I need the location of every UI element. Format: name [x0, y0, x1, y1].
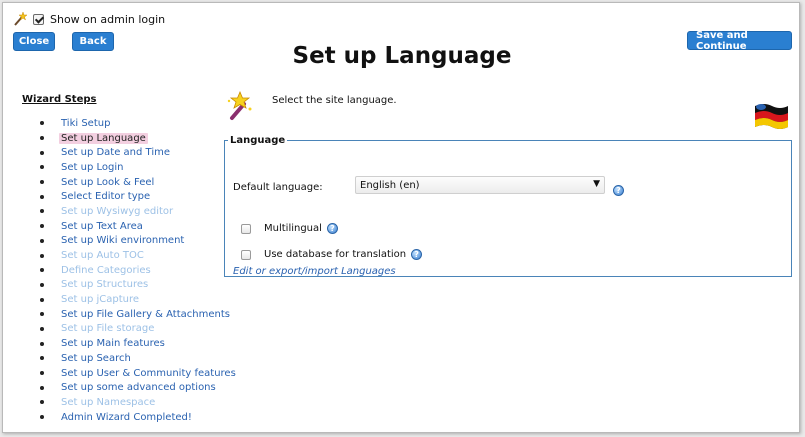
- wizard-window: Show on admin login Close Back Save and …: [2, 2, 800, 433]
- wizard-step-item[interactable]: Set up Main features: [40, 336, 238, 351]
- page-title: Set up Language: [292, 43, 512, 69]
- bullet-icon: [40, 268, 44, 273]
- wizard-step-label: Define Categories: [61, 264, 151, 276]
- default-language-select[interactable]: English (en) ▼: [355, 176, 605, 194]
- wizard-step-label: Set up User & Community features: [61, 367, 236, 379]
- wizard-step-item[interactable]: Set up some advanced options: [40, 380, 238, 395]
- bullet-icon: [40, 180, 44, 185]
- multilingual-label: Multilingual: [264, 223, 322, 234]
- db-translation-label: Use database for translation: [264, 249, 407, 260]
- wizard-step-item: Set up Wysiwyg editor: [40, 204, 238, 219]
- wizard-step-label: Set up Search: [61, 352, 131, 364]
- bullet-icon: [40, 209, 44, 214]
- db-translation-option: Use database for translation ?: [241, 249, 423, 260]
- bullet-icon: [40, 326, 44, 331]
- bullet-icon: [40, 297, 44, 302]
- wizard-step-label: Admin Wizard Completed!: [61, 411, 192, 423]
- wizard-step-item[interactable]: Select Editor type: [40, 189, 238, 204]
- wizard-step-label: Set up Auto TOC: [61, 250, 144, 262]
- wizard-step-item[interactable]: Set up Wiki environment: [40, 234, 238, 249]
- db-translation-checkbox[interactable]: [241, 249, 251, 260]
- wizard-step-label: Set up Main features: [61, 338, 165, 350]
- wizard-step-label: Set up Language: [59, 132, 148, 144]
- bullet-icon: [40, 136, 44, 141]
- wizard-step-label: Set up Namespace: [61, 396, 156, 408]
- bullet-icon: [40, 415, 44, 420]
- wizard-step-label: Set up Look & Feel: [61, 176, 155, 188]
- bullet-icon: [40, 385, 44, 390]
- bullet-icon: [40, 282, 44, 287]
- wizard-step-item[interactable]: Set up Search: [40, 351, 238, 366]
- bullet-icon: [40, 165, 44, 170]
- wizard-step-item: Set up jCapture: [40, 292, 238, 307]
- bullet-icon: [40, 253, 44, 258]
- show-on-admin-login-checkbox[interactable]: [33, 13, 44, 25]
- wizard-step-label: Set up File storage: [61, 323, 155, 335]
- wizard-step-item[interactable]: Tiki Setup: [40, 116, 238, 131]
- wizard-step-item: Set up File storage: [40, 322, 238, 337]
- default-language-label: Default language:: [233, 182, 323, 193]
- wizard-step-label: Set up File Gallery & Attachments: [61, 308, 230, 320]
- wizard-step-item[interactable]: Admin Wizard Completed!: [40, 410, 238, 425]
- wizard-step-label: Tiki Setup: [61, 117, 111, 129]
- wizard-step-item[interactable]: Set up Login: [40, 160, 238, 175]
- wizard-step-item: Set up Auto TOC: [40, 248, 238, 263]
- wizard-step-label: Set up Text Area: [61, 220, 143, 232]
- wizard-step-item: Set up Structures: [40, 278, 238, 293]
- wizard-step-item[interactable]: Set up User & Community features: [40, 366, 238, 381]
- wizard-step-label: Set up some advanced options: [61, 382, 216, 394]
- wizard-step-item[interactable]: Set up File Gallery & Attachments: [40, 307, 238, 322]
- wizard-step-label: Set up jCapture: [61, 294, 140, 306]
- help-icon[interactable]: ?: [411, 249, 423, 260]
- wizard-step-label: Set up Date and Time: [61, 147, 171, 159]
- wizard-step-item[interactable]: Set up Text Area: [40, 219, 238, 234]
- bullet-icon: [40, 150, 44, 155]
- help-icon[interactable]: ?: [613, 185, 624, 196]
- bullet-icon: [40, 121, 44, 126]
- wizard-steps-heading: Wizard Steps: [22, 94, 97, 105]
- multilingual-option: Multilingual ?: [241, 223, 338, 234]
- edit-languages-link[interactable]: Edit or export/import Languages: [233, 266, 396, 277]
- wizard-step-item[interactable]: Set up Date and Time: [40, 145, 238, 160]
- language-fieldset-legend: Language: [230, 135, 286, 146]
- german-flag-icon: [755, 104, 788, 129]
- bullet-icon: [40, 194, 44, 199]
- magic-wand-icon: [227, 91, 252, 120]
- bullet-icon: [40, 356, 44, 361]
- bullet-icon: [40, 224, 44, 229]
- wizard-step-item[interactable]: Set up Look & Feel: [40, 175, 238, 190]
- wizard-step-label: Select Editor type: [61, 191, 151, 203]
- wizard-step-item: Set up Namespace: [40, 395, 238, 410]
- show-on-admin-login-label: Show on admin login: [50, 12, 166, 26]
- bullet-icon: [40, 341, 44, 346]
- language-fieldset: Language Default language: English (en) …: [224, 135, 792, 277]
- wizard-step-label: Set up Wysiwyg editor: [61, 205, 174, 217]
- wizard-steps-list: Tiki Setup Set up Language Set up Date and…: [40, 116, 238, 424]
- wizard-step-item: Define Categories: [40, 263, 238, 278]
- bullet-icon: [40, 371, 44, 376]
- bullet-icon: [40, 312, 44, 317]
- wizard-step-label: Set up Structures: [61, 279, 149, 291]
- bullet-icon: [40, 400, 44, 405]
- admin-login-bar: Show on admin login: [13, 11, 165, 27]
- default-language-value: English (en): [360, 179, 420, 191]
- multilingual-checkbox[interactable]: [241, 223, 251, 234]
- help-icon[interactable]: ?: [326, 223, 338, 234]
- intro-text: Select the site language.: [272, 95, 397, 106]
- wizard-step-label: Set up Login: [61, 161, 124, 173]
- magic-wand-icon: [14, 12, 27, 26]
- dropdown-arrow-icon: ▼: [593, 179, 600, 189]
- wizard-step-item[interactable]: Set up Language: [40, 131, 238, 146]
- wizard-step-label: Set up Wiki environment: [61, 235, 185, 247]
- bullet-icon: [40, 238, 44, 243]
